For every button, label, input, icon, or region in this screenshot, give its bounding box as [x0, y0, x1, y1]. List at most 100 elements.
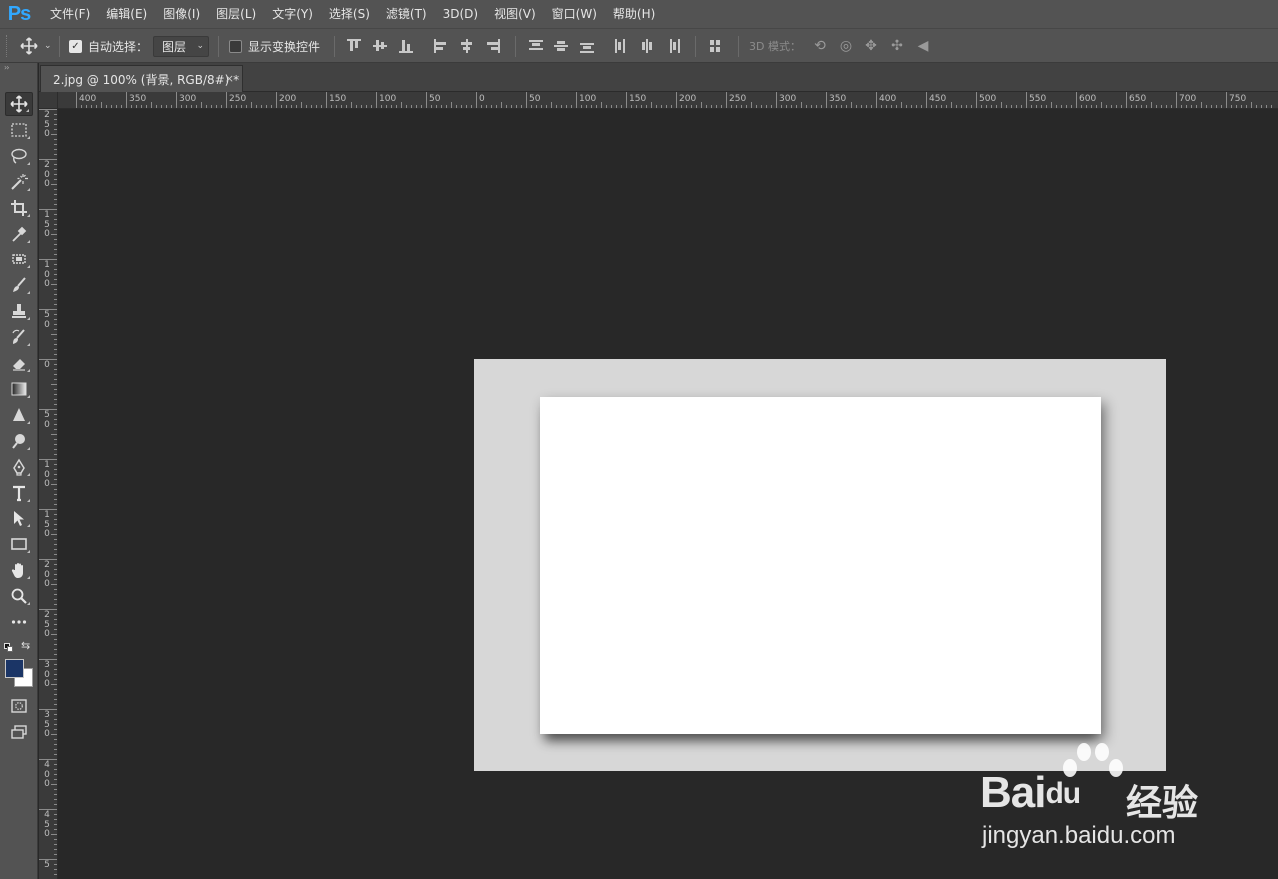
show-transform-checkbox[interactable]	[229, 39, 242, 53]
scale-3d-icon[interactable]: ◀	[914, 38, 932, 54]
vertical-ruler[interactable]: 2 5 0 2 0 0 1 5 0 1 0 0 5 0 0 5 0 1 0 0 1 5 0 2 0…	[39, 109, 58, 879]
ruler-minor-tick	[201, 102, 202, 108]
quick-mask-button[interactable]	[5, 694, 33, 718]
zoom-tool-button[interactable]	[5, 584, 33, 608]
clone-stamp-tool-button[interactable]	[5, 299, 33, 323]
swap-colors-icon[interactable]: ⇆	[21, 639, 30, 652]
ruler-minor-tick	[251, 102, 252, 108]
move-tool-button[interactable]	[5, 92, 33, 116]
ruler-minor-tick	[54, 399, 57, 400]
screen-mode-button[interactable]	[5, 720, 33, 744]
brush-tool-icon	[13, 277, 26, 293]
ruler-minor-tick	[136, 105, 137, 108]
marquee-tool-button[interactable]	[5, 118, 33, 142]
auto-select-option[interactable]: ✓ 自动选择：	[69, 29, 148, 63]
distribute-vertical-centers-icon[interactable]	[554, 39, 570, 53]
distribute-left-edges-icon[interactable]	[614, 39, 630, 53]
align-vertical-centers-icon[interactable]	[373, 39, 389, 53]
menu-item[interactable]: 选择(S)	[321, 0, 378, 28]
document-tab[interactable]: 2.jpg @ 100% (背景, RGB/8#) * ×	[40, 65, 243, 92]
ruler-minor-tick	[54, 489, 57, 490]
move-tool-preset[interactable]: ⌄	[20, 29, 52, 63]
orbit-3d-icon[interactable]: ⟲	[811, 38, 829, 54]
align-top-edges-icon[interactable]	[347, 39, 363, 53]
align-left-edges-icon[interactable]	[434, 39, 450, 53]
ruler-minor-tick	[511, 105, 512, 108]
menu-item[interactable]: 3D(D)	[435, 0, 486, 28]
eyedropper-tool-button[interactable]	[5, 222, 33, 246]
ruler-minor-tick	[966, 105, 967, 108]
horizontal-ruler[interactable]: 400 350 300 250 200 150 100 50 0 50 100 150 200 250 30…	[58, 92, 1278, 109]
ruler-minor-tick	[54, 224, 57, 225]
dodge-tool-button[interactable]	[5, 429, 33, 453]
pen-tool-button[interactable]	[5, 455, 33, 479]
eraser-tool-button[interactable]	[5, 351, 33, 375]
brush-tool-button[interactable]	[5, 273, 33, 297]
document-canvas[interactable]	[474, 359, 1166, 771]
menu-item[interactable]: 编辑(E)	[98, 0, 155, 28]
ruler-minor-tick	[51, 834, 57, 835]
menu-item[interactable]: 窗口(W)	[544, 0, 605, 28]
ruler-minor-tick	[896, 105, 897, 108]
history-brush-tool-button[interactable]	[5, 325, 33, 349]
ruler-minor-tick	[54, 519, 57, 520]
ruler-minor-tick	[51, 134, 57, 135]
hand-tool-button[interactable]	[5, 558, 33, 582]
ruler-major-tick	[376, 92, 377, 108]
ruler-minor-tick	[54, 429, 57, 430]
slide-3d-icon[interactable]: ✣	[888, 38, 906, 54]
distribute-bottom-edges-icon[interactable]	[580, 39, 596, 53]
ruler-minor-tick	[571, 105, 572, 108]
menu-item[interactable]: 视图(V)	[486, 0, 544, 28]
ruler-minor-tick	[1051, 102, 1052, 108]
ruler-minor-tick	[54, 494, 57, 495]
type-tool-button[interactable]	[5, 481, 33, 505]
baidu-brand-suffix: du	[1045, 777, 1081, 810]
healing-brush-tool-button[interactable]	[5, 247, 33, 271]
blur-tool-button[interactable]	[5, 403, 33, 427]
menu-item[interactable]: 文件(F)	[42, 0, 98, 28]
align-bottom-edges-icon[interactable]	[399, 39, 415, 53]
auto-align-layers-icon[interactable]	[709, 39, 725, 53]
auto-select-checkbox[interactable]: ✓	[69, 39, 82, 53]
close-icon[interactable]: ×	[225, 72, 234, 85]
path-selection-tool-button[interactable]	[5, 506, 33, 530]
distribute-right-edges-icon[interactable]	[666, 39, 682, 53]
ruler-minor-tick	[861, 105, 862, 108]
menu-item[interactable]: 帮助(H)	[605, 0, 663, 28]
default-colors-icon[interactable]	[4, 643, 14, 653]
ruler-major-tick	[776, 92, 777, 108]
menu-item[interactable]: 滤镜(T)	[378, 0, 435, 28]
ruler-minor-tick	[54, 524, 57, 525]
ruler-minor-tick	[616, 105, 617, 108]
ruler-minor-tick	[51, 184, 57, 185]
collapse-panel-icon[interactable]: ››	[0, 63, 37, 73]
ruler-minor-tick	[54, 839, 57, 840]
ruler-minor-tick	[54, 799, 57, 800]
menu-item[interactable]: 文字(Y)	[264, 0, 321, 28]
menu-item[interactable]: 图像(I)	[155, 0, 208, 28]
show-transform-option[interactable]: 显示变换控件	[229, 29, 320, 63]
gradient-tool-button[interactable]	[5, 377, 33, 401]
ruler-origin[interactable]	[39, 92, 58, 109]
distribute-horizontal-centers-icon[interactable]	[640, 39, 656, 53]
ruler-minor-tick	[716, 105, 717, 108]
auto-select-target-dropdown[interactable]: 图层 ⌄	[153, 35, 209, 57]
align-right-edges-icon[interactable]	[486, 39, 502, 53]
roll-3d-icon[interactable]: ◎	[837, 38, 855, 54]
align-horizontal-centers-icon[interactable]	[460, 39, 476, 53]
ruler-minor-tick	[1061, 105, 1062, 108]
more-tools-button[interactable]	[5, 610, 33, 634]
ruler-minor-tick	[611, 105, 612, 108]
menu-item[interactable]: 图层(L)	[208, 0, 264, 28]
pan-3d-icon[interactable]: ✥	[862, 38, 880, 54]
distribute-top-edges-icon[interactable]	[529, 39, 545, 53]
options-grip[interactable]	[6, 35, 9, 57]
foreground-color-swatch[interactable]	[5, 659, 24, 678]
lasso-tool-button[interactable]	[5, 144, 33, 168]
ruler-label: 5 0	[44, 310, 50, 330]
magic-wand-tool-button[interactable]	[5, 170, 33, 194]
rectangle-tool-button[interactable]	[5, 532, 33, 556]
ruler-minor-tick	[641, 105, 642, 108]
crop-tool-button[interactable]	[5, 196, 33, 220]
